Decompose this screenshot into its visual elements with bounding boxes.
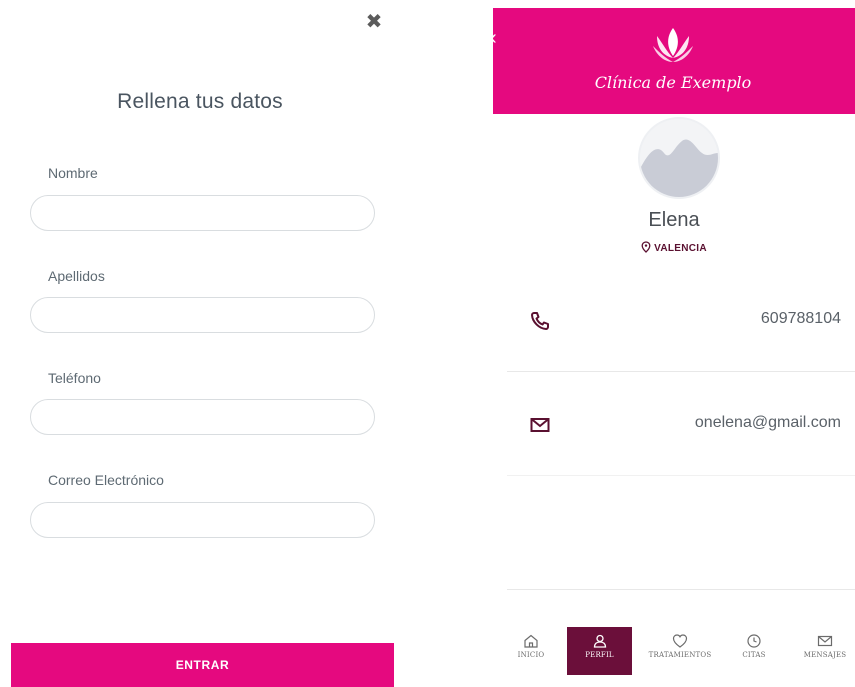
mail-icon (817, 635, 833, 647)
apellidos-label: Apellidos (48, 268, 105, 284)
nav-inicio[interactable]: INICIO (507, 627, 555, 675)
heart-icon (672, 634, 688, 648)
home-icon (524, 634, 538, 648)
telefono-label: Teléfono (48, 370, 101, 386)
nav-tratamientos-label: TRATAMIENTOS (648, 651, 712, 659)
apellidos-input[interactable] (30, 297, 375, 333)
user-icon (593, 634, 606, 648)
nav-citas-label: CITAS (742, 651, 766, 659)
clock-icon (747, 634, 761, 648)
lotus-icon (653, 28, 693, 62)
location-label: VALENCIA (654, 243, 707, 254)
profile-panel: ‹ Clínica de Exemplo Elena VALENCIA 6097… (490, 0, 855, 687)
nav-mensajes[interactable]: MENSAJES (795, 627, 855, 675)
close-icon[interactable]: ✖ (364, 12, 384, 32)
phone-row[interactable]: 609788104 (507, 272, 855, 372)
clinic-header: ‹ Clínica de Exemplo (490, 8, 855, 114)
nav-tratamientos[interactable]: TRATAMIENTOS (640, 627, 720, 675)
email-value: onelena@gmail.com (694, 414, 841, 431)
nav-citas[interactable]: CITAS (731, 627, 777, 675)
avatar (638, 117, 720, 199)
nav-inicio-label: INICIO (517, 651, 545, 659)
bottom-nav: INICIO PERFIL TRATAMIENTOS CITAS MENSAJE… (507, 627, 855, 675)
user-location: VALENCIA (493, 241, 855, 254)
nombre-label: Nombre (48, 165, 98, 181)
form-title: Rellena tus datos (117, 90, 283, 113)
nav-mensajes-label: MENSAJES (803, 651, 847, 659)
correo-input[interactable] (30, 502, 375, 538)
nav-perfil-label: PERFIL (585, 651, 614, 659)
location-pin-icon (641, 241, 651, 253)
nav-perfil[interactable]: PERFIL (567, 627, 632, 675)
mail-icon (530, 418, 550, 432)
phone-icon (531, 312, 549, 330)
telefono-input[interactable] (30, 399, 375, 435)
correo-label: Correo Electrónico (48, 472, 164, 488)
entrar-button[interactable]: ENTRAR (11, 643, 394, 687)
user-name: Elena (648, 209, 700, 231)
empty-row (507, 482, 855, 590)
avatar-placeholder-icon (640, 119, 718, 197)
phone-value: 609788104 (760, 310, 841, 327)
clinic-name: Clínica de Exemplo (594, 73, 752, 92)
nombre-input[interactable] (30, 195, 375, 231)
clinic-logo: Clínica de Exemplo (593, 26, 753, 106)
back-chevron-icon[interactable]: ‹ (490, 28, 497, 48)
email-row[interactable]: onelena@gmail.com (507, 376, 855, 476)
registration-form-panel: ✖ Rellena tus datos Nombre Apellidos Tel… (0, 0, 400, 687)
